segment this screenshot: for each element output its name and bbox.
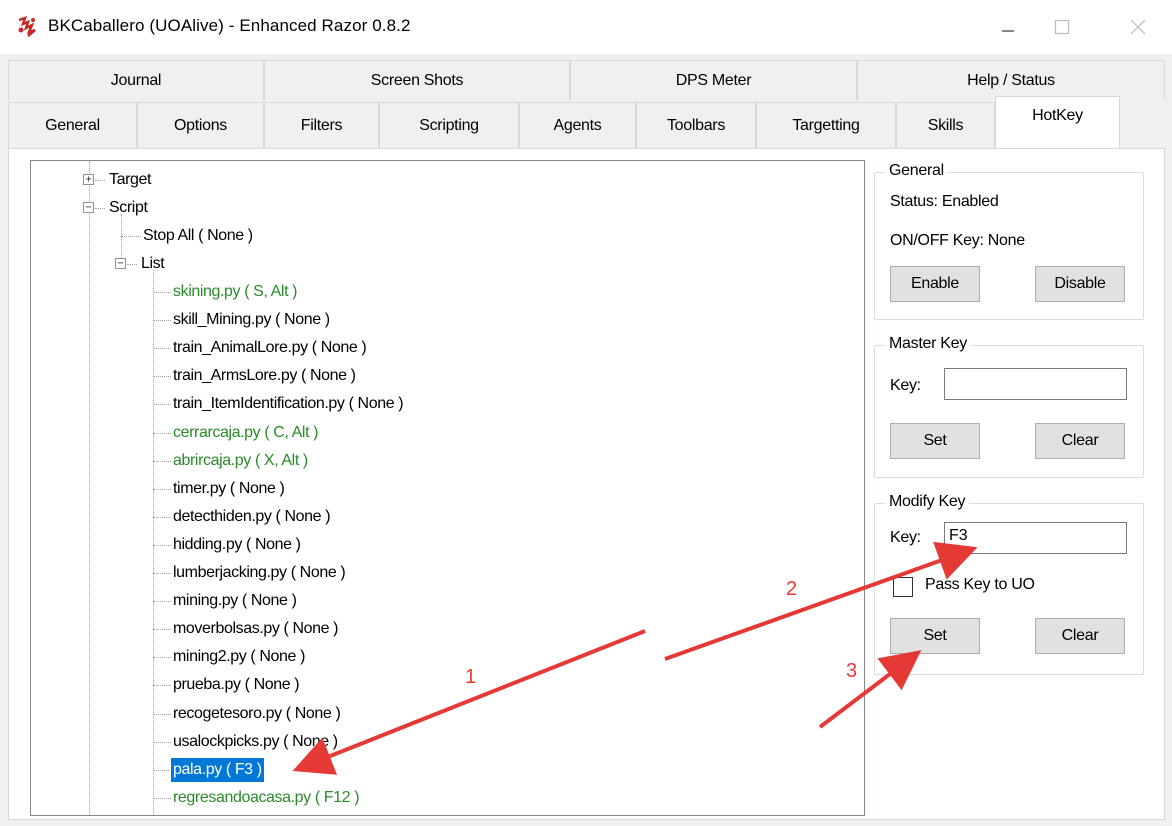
onoff-key-text: ON/OFF Key: None xyxy=(890,232,1025,249)
script-list-item[interactable]: train_ItemIdentification.py ( None ) xyxy=(171,392,405,416)
tab-dps-meter[interactable]: DPS Meter xyxy=(570,60,857,100)
window-title: BKCaballero (UOAlive) - Enhanced Razor 0… xyxy=(48,16,411,35)
modify-set-button[interactable]: Set xyxy=(890,618,980,654)
tab-journal[interactable]: Journal xyxy=(8,60,264,100)
modify-key-group-title: Modify Key xyxy=(885,493,970,511)
annotation-label-2: 2 xyxy=(786,578,798,600)
script-list-item[interactable]: hidding.py ( None ) xyxy=(171,533,303,557)
annotation-label-1: 1 xyxy=(465,666,477,688)
tree-node-target[interactable]: Target xyxy=(107,168,153,192)
script-list-item[interactable]: abrircaja.py ( X, Alt ) xyxy=(171,449,310,473)
pass-key-label: Pass Key to UO xyxy=(925,576,1035,593)
script-list-item[interactable]: cerrarcaja.py ( C, Alt ) xyxy=(171,421,320,445)
tab-row-bottom: General Options Filters Scripting Agents… xyxy=(8,96,1120,148)
modify-key-input[interactable]: F3 xyxy=(944,522,1127,554)
expand-target-icon[interactable]: + xyxy=(83,174,94,185)
modify-key-label: Key: xyxy=(890,529,921,546)
modify-key-group: Modify Key Key: F3 Pass Key to UO Set Cl… xyxy=(874,493,1144,675)
title-bar: BKCaballero (UOAlive) - Enhanced Razor 0… xyxy=(0,0,1172,54)
tab-screen-shots[interactable]: Screen Shots xyxy=(264,60,570,100)
script-list-item[interactable]: pala.py ( F3 ) xyxy=(170,757,265,783)
script-list-item[interactable]: mining2.py ( None ) xyxy=(171,645,307,669)
hotkey-tree[interactable]: + Target − Script Stop All ( None ) − Li… xyxy=(30,160,865,816)
script-list-item[interactable]: skill_Mining.py ( None ) xyxy=(171,308,332,332)
master-clear-button[interactable]: Clear xyxy=(1035,423,1125,459)
tree-node-stop-all[interactable]: Stop All ( None ) xyxy=(141,224,255,248)
tab-scripting[interactable]: Scripting xyxy=(379,102,519,148)
master-key-input[interactable] xyxy=(944,368,1127,400)
tab-hotkey[interactable]: HotKey xyxy=(995,96,1120,148)
script-list-item[interactable]: timer.py ( None ) xyxy=(171,477,286,501)
tab-skills[interactable]: Skills xyxy=(896,102,995,148)
tab-row-top: Journal Screen Shots DPS Meter Help / St… xyxy=(8,60,1165,100)
tab-help-status[interactable]: Help / Status xyxy=(857,60,1165,100)
collapse-list-icon[interactable]: − xyxy=(115,258,126,269)
close-button[interactable] xyxy=(1108,8,1168,46)
status-text: Status: Enabled xyxy=(890,193,999,210)
script-list-item[interactable]: recogetesoro.py ( None ) xyxy=(171,702,342,726)
tab-toolbars[interactable]: Toolbars xyxy=(636,102,756,148)
master-set-button[interactable]: Set xyxy=(890,423,980,459)
annotation-label-3: 3 xyxy=(846,660,858,682)
tab-agents[interactable]: Agents xyxy=(519,102,636,148)
pass-key-checkbox[interactable] xyxy=(893,577,913,597)
modify-clear-button[interactable]: Clear xyxy=(1035,618,1125,654)
script-list-item[interactable]: mining.py ( None ) xyxy=(171,589,299,613)
tab-targetting[interactable]: Targetting xyxy=(756,102,896,148)
script-list-item[interactable]: usalockpicks.py ( None ) xyxy=(171,730,340,754)
script-list-item[interactable]: prueba.py ( None ) xyxy=(171,673,301,697)
script-list-item[interactable]: regresandoacasa.py ( F12 ) xyxy=(171,786,361,810)
maximize-button[interactable] xyxy=(1032,8,1092,46)
script-list-item[interactable]: train_AnimalLore.py ( None ) xyxy=(171,336,368,360)
disable-button[interactable]: Disable xyxy=(1035,266,1125,302)
collapse-script-icon[interactable]: − xyxy=(83,202,94,213)
enable-button[interactable]: Enable xyxy=(890,266,980,302)
script-list-item[interactable]: train_ArmsLore.py ( None ) xyxy=(171,364,358,388)
master-key-group: Master Key Key: Set Clear xyxy=(874,335,1144,478)
razor-app-icon xyxy=(16,16,38,38)
script-list-item[interactable]: detecthiden.py ( None ) xyxy=(171,505,332,529)
tab-filters[interactable]: Filters xyxy=(264,102,379,148)
general-group-title: General xyxy=(885,162,948,180)
script-list-item[interactable]: skining.py ( S, Alt ) xyxy=(171,280,299,304)
general-group: General Status: Enabled ON/OFF Key: None… xyxy=(874,162,1144,320)
master-key-group-title: Master Key xyxy=(885,335,971,353)
minimize-button[interactable] xyxy=(978,8,1038,46)
script-list-item[interactable]: lumberjacking.py ( None ) xyxy=(171,561,347,585)
master-key-label: Key: xyxy=(890,377,921,394)
tree-node-script[interactable]: Script xyxy=(107,196,150,220)
tab-options[interactable]: Options xyxy=(137,102,264,148)
script-list-item[interactable]: moverbolsas.py ( None ) xyxy=(171,617,340,641)
tab-general[interactable]: General xyxy=(8,102,137,148)
